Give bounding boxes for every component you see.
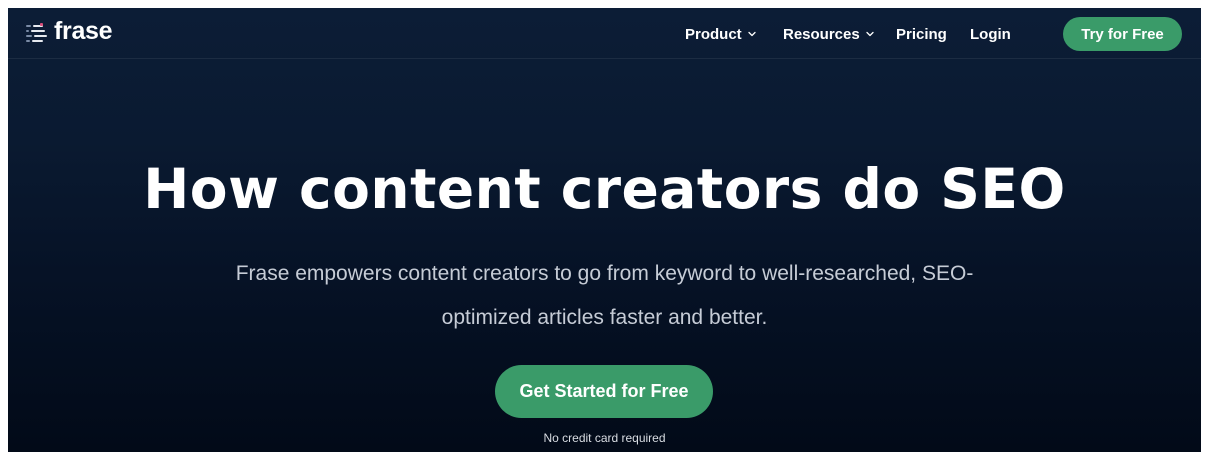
nav-item-resources[interactable]: Resources <box>783 25 875 43</box>
page-frame: frase Product Resources Pricing Login Tr… <box>8 8 1201 452</box>
nav-item-label: Resources <box>783 25 860 43</box>
nav-item-login[interactable]: Login <box>970 25 1011 43</box>
hero-title: How content creators do SEO <box>143 157 1066 221</box>
nav-item-label: Product <box>685 25 742 43</box>
hero-subtitle: Frase empowers content creators to go fr… <box>188 252 1021 340</box>
nav-menu: Product Resources Pricing Login <box>8 8 1201 59</box>
top-navbar: frase Product Resources Pricing Login Tr… <box>8 8 1201 59</box>
nav-item-pricing[interactable]: Pricing <box>896 25 947 43</box>
chevron-down-icon <box>748 31 756 37</box>
nav-item-label: Login <box>970 25 1011 43</box>
nav-item-product[interactable]: Product <box>685 25 757 43</box>
hero-subtitle-line: optimized articles faster and better. <box>441 306 768 329</box>
get-started-button[interactable]: Get Started for Free <box>495 365 713 418</box>
no-credit-card-note: No credit card required <box>543 431 666 445</box>
hero-subtitle-line: Frase empowers content creators to go fr… <box>235 262 974 285</box>
chevron-down-icon <box>866 31 874 37</box>
try-for-free-button[interactable]: Try for Free <box>1063 17 1182 51</box>
nav-item-label: Pricing <box>896 25 947 43</box>
